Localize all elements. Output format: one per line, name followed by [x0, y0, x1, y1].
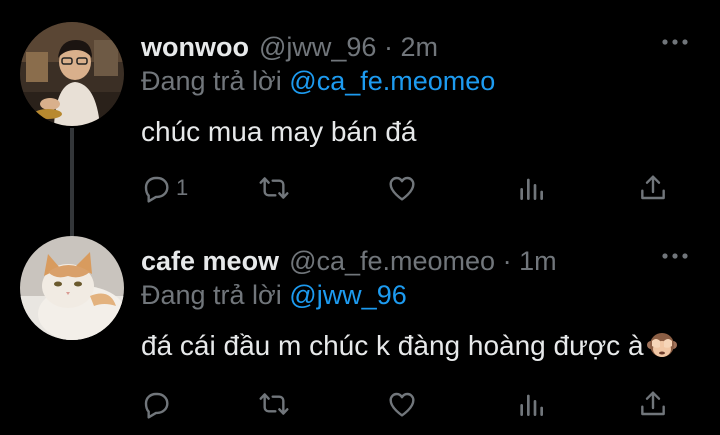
avatar-cafe-meow[interactable] [20, 236, 124, 340]
replying-to-line: Đang trả lời @ca_fe.meomeo [141, 64, 495, 98]
tweet-wonwoo[interactable]: wonwoo @jww_96 · 2m Đang trả lời @ca_fe.m… [0, 0, 720, 246]
replying-prefix: Đang trả lời [141, 280, 282, 310]
reply-button[interactable] [140, 384, 176, 424]
like-button[interactable] [386, 168, 418, 208]
reply-count: 1 [176, 175, 189, 200]
display-name[interactable]: cafe meow [141, 246, 279, 276]
more-options-button[interactable] [660, 246, 690, 266]
more-horizontal-icon [662, 39, 688, 45]
analytics-bars-icon [520, 394, 543, 416]
more-options-button[interactable] [660, 32, 690, 52]
tweet-header: wonwoo @jww_96 · 2m [141, 30, 438, 64]
tweet-cafe-meow[interactable]: cafe meow @ca_fe.meomeo · 1m Đang trả lời… [0, 218, 720, 435]
tweet-text: đá cái đầu m chúc k đàng hoàng được à [141, 330, 644, 361]
analytics-bars-icon [520, 178, 543, 200]
avatar-wonwoo[interactable] [20, 22, 124, 126]
share-button[interactable] [637, 384, 669, 424]
timestamp[interactable]: 1m [519, 246, 557, 276]
like-button[interactable] [386, 384, 418, 424]
view-stats-button[interactable] [515, 384, 547, 424]
separator-dot: · [502, 246, 512, 276]
separator-dot: · [383, 32, 393, 62]
user-handle[interactable]: @jww_96 [259, 32, 376, 62]
user-handle[interactable]: @ca_fe.meomeo [289, 246, 495, 276]
reply-button[interactable]: 1 [140, 168, 188, 208]
see-no-evil-monkey-icon [646, 329, 678, 361]
share-upload-icon [641, 391, 665, 416]
tweet-actions: 1 [140, 168, 680, 208]
retweet-icon [259, 177, 289, 199]
reply-icon [144, 392, 169, 419]
timestamp[interactable]: 2m [400, 32, 438, 62]
display-name[interactable]: wonwoo [141, 32, 249, 62]
replying-to-mention[interactable]: @ca_fe.meomeo [289, 66, 495, 96]
tweet-text: chúc mua may bán đá [141, 116, 417, 147]
heart-icon [389, 176, 415, 201]
replying-to-mention[interactable]: @jww_96 [289, 280, 406, 310]
retweet-button[interactable] [258, 168, 290, 208]
share-upload-icon [641, 175, 665, 200]
tweet-actions [140, 384, 680, 424]
share-button[interactable] [637, 168, 669, 208]
tweet-text-line: đá cái đầu m chúc k đàng hoàng được à [141, 328, 678, 364]
retweet-icon [259, 393, 289, 415]
more-horizontal-icon [662, 253, 688, 259]
tweet-header: cafe meow @ca_fe.meomeo · 1m [141, 244, 557, 278]
heart-icon [389, 392, 415, 417]
retweet-button[interactable] [258, 384, 290, 424]
replying-prefix: Đang trả lời [141, 66, 282, 96]
view-stats-button[interactable] [515, 168, 547, 208]
reply-icon [144, 176, 169, 203]
replying-to-line: Đang trả lời @jww_96 [141, 278, 407, 312]
